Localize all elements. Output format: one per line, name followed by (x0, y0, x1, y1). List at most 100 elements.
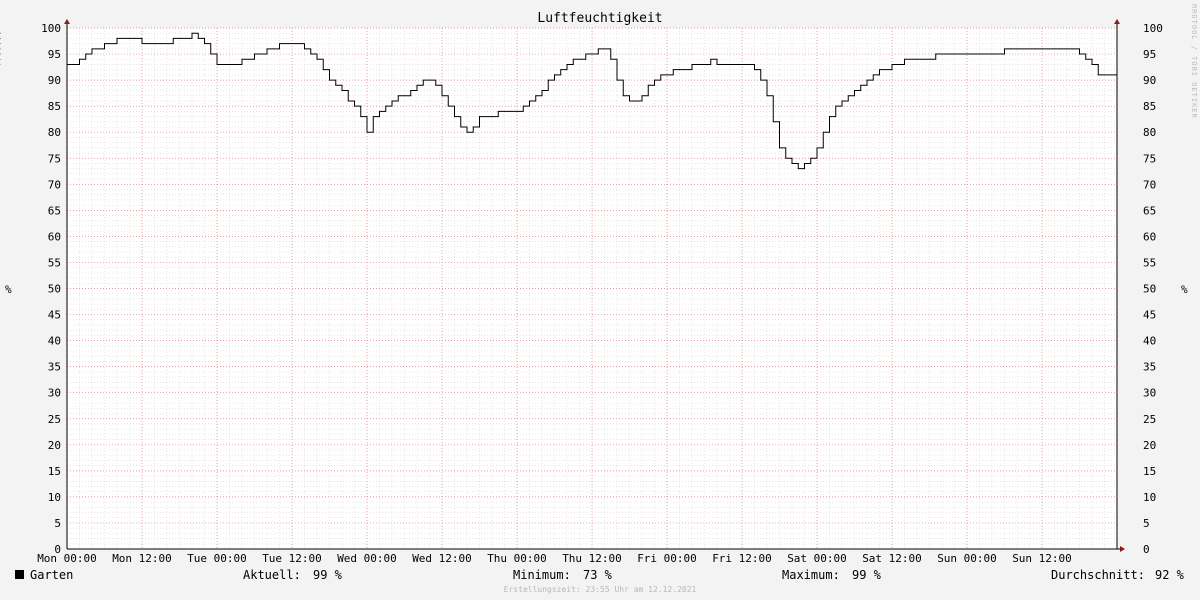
y-tick-label-left: 95 (48, 48, 61, 61)
data-point (979, 53, 980, 55)
data-point (341, 90, 343, 91)
data-point (791, 163, 793, 164)
data-point (1085, 58, 1087, 60)
y-tick-label-left: 70 (48, 178, 61, 191)
data-point (297, 43, 299, 45)
data-point (766, 95, 768, 97)
data-point (447, 105, 449, 107)
legend-current-label: Aktuell: (243, 568, 301, 582)
data-point (441, 95, 443, 97)
data-point (1029, 48, 1030, 50)
data-point (1041, 48, 1043, 50)
data-point (210, 53, 212, 55)
data-point (916, 58, 918, 60)
data-point (66, 64, 68, 65)
data-point (241, 58, 243, 60)
data-point (654, 79, 655, 81)
data-point (966, 53, 968, 55)
data-point (729, 64, 730, 65)
data-point (466, 131, 468, 133)
data-point (304, 48, 305, 50)
data-point (804, 163, 805, 164)
y-tick-label-right: 15 (1143, 465, 1156, 478)
y-tick-label-right: 55 (1143, 256, 1156, 269)
data-point (416, 84, 418, 86)
chart-title: Luftfeuchtigkeit (537, 11, 663, 26)
data-point (772, 121, 774, 123)
data-point (885, 69, 887, 71)
data-point (816, 147, 818, 149)
data-point (204, 43, 205, 45)
y-tick-label-left: 35 (48, 361, 61, 374)
data-point (785, 157, 787, 159)
y-axis-unit-right: % (1181, 283, 1188, 296)
data-point (860, 84, 862, 86)
y-tick-label-right: 50 (1143, 283, 1156, 296)
y-tick-label-right: 45 (1143, 309, 1156, 322)
data-point (822, 131, 824, 133)
data-point (310, 53, 312, 55)
data-point (529, 100, 530, 102)
data-point (235, 64, 237, 65)
y-tick-label-right: 95 (1143, 48, 1156, 61)
data-point (154, 43, 155, 45)
data-point (704, 64, 705, 65)
y-tick-label-right: 65 (1143, 204, 1156, 217)
data-point (972, 53, 974, 55)
data-point (122, 38, 124, 39)
data-point (1016, 48, 1018, 50)
y-tick-label-right: 35 (1143, 361, 1156, 374)
y-tick-label-left: 10 (48, 491, 61, 504)
data-point (1066, 48, 1068, 50)
data-point (222, 64, 224, 65)
x-tick-label: Sat 00:00 (787, 552, 847, 565)
data-point (541, 90, 543, 91)
data-point (135, 38, 137, 39)
data-point (360, 116, 362, 117)
data-point (485, 116, 487, 117)
data-point (604, 48, 605, 50)
data-point (1079, 53, 1080, 55)
x-tick-label: Mon 12:00 (112, 552, 172, 565)
data-point (829, 116, 830, 117)
data-point (1010, 48, 1012, 50)
data-point (91, 48, 93, 50)
data-point (516, 110, 518, 112)
data-point (872, 74, 874, 76)
y-tick-label-left: 40 (48, 335, 61, 348)
data-point (741, 64, 743, 65)
data-point (179, 38, 180, 39)
y-tick-label-left: 15 (48, 465, 61, 478)
data-point (79, 58, 80, 60)
data-point (85, 53, 87, 55)
legend-swatch (15, 570, 24, 579)
data-point (1054, 48, 1055, 50)
y-tick-label-right: 70 (1143, 178, 1156, 191)
data-point (679, 69, 680, 71)
x-tick-label: Sat 12:00 (862, 552, 922, 565)
data-point (1072, 48, 1074, 50)
x-tick-label: Wed 00:00 (337, 552, 397, 565)
data-point (960, 53, 962, 55)
data-point (491, 116, 493, 117)
x-tick-label: Sun 12:00 (1012, 552, 1072, 565)
y-tick-label-left: 20 (48, 439, 61, 452)
y-tick-label-right: 10 (1143, 491, 1156, 504)
data-point (460, 126, 462, 128)
data-point (72, 64, 74, 65)
data-point (891, 64, 893, 65)
y-tick-label-left: 85 (48, 100, 61, 113)
data-point (191, 32, 193, 34)
data-point (454, 116, 455, 117)
data-point (422, 79, 424, 81)
y-tick-label-left: 80 (48, 126, 61, 139)
x-tick-label: Mon 00:00 (37, 552, 97, 565)
data-point (579, 58, 580, 60)
data-point (1035, 48, 1037, 50)
rrd-graph: 0 0 5 5 10 10 15 15 20 20 25 25 30 30 35 35 40 40 45 45 50 50… (0, 0, 1200, 600)
data-point (947, 53, 949, 55)
data-point (991, 53, 993, 55)
data-point (697, 64, 699, 65)
data-point (629, 100, 630, 102)
data-point (1047, 48, 1049, 50)
